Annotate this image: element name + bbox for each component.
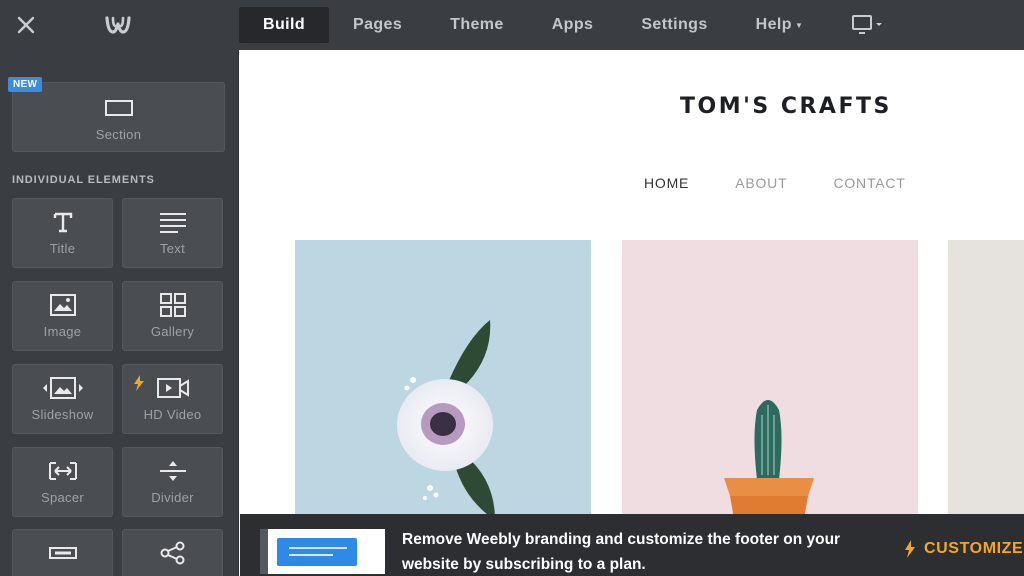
image-icon: [49, 294, 76, 316]
tab-help[interactable]: Help ▼: [732, 7, 828, 43]
gallery-element-label: Gallery: [150, 324, 195, 339]
tab-apps[interactable]: Apps: [528, 7, 618, 43]
social-share-element[interactable]: [122, 529, 223, 576]
tab-settings-label: Settings: [641, 16, 708, 33]
text-element[interactable]: Text: [122, 198, 223, 268]
section-tile[interactable]: Section: [12, 82, 225, 152]
tab-apps-label: Apps: [551, 16, 594, 33]
top-bar: Build Pages Theme Apps Settings Help ▼: [0, 0, 1024, 50]
tab-build-label: Build: [263, 16, 305, 33]
divider-element-label: Divider: [151, 490, 194, 505]
section-label: Section: [95, 127, 142, 142]
lightning-bolt-icon: [134, 375, 144, 391]
hd-video-icon: [156, 378, 189, 398]
social-share-icon: [160, 541, 184, 565]
footer-preview-thumbnail: [260, 529, 385, 574]
customize-button[interactable]: CUSTOMIZE: [904, 540, 1023, 558]
close-icon[interactable]: [12, 12, 40, 38]
elements-sidebar: NEW Section INDIVIDUAL ELEMENTS Title Te…: [0, 50, 239, 576]
spacer-icon: [48, 462, 77, 480]
site-nav-contact[interactable]: CONTACT: [833, 175, 905, 191]
site-nav-about[interactable]: ABOUT: [735, 175, 787, 191]
gallery-element[interactable]: Gallery: [122, 281, 223, 351]
text-icon: [159, 213, 186, 233]
tab-build[interactable]: Build: [239, 7, 329, 43]
chevron-down-icon: ▼: [794, 21, 804, 30]
device-preview-button[interactable]: [850, 12, 890, 38]
site-nav: HOME ABOUT CONTACT: [644, 175, 906, 191]
image-element[interactable]: Image: [12, 281, 113, 351]
divider-icon: [159, 461, 186, 481]
lightning-bolt-icon: [905, 540, 915, 558]
slideshow-element[interactable]: Slideshow: [12, 364, 113, 434]
title-icon: [53, 212, 72, 233]
site-title[interactable]: TOM'S CRAFTS: [680, 94, 892, 119]
spacer-element-label: Spacer: [41, 490, 84, 505]
image-element-label: Image: [43, 324, 82, 339]
gallery-icon: [159, 293, 186, 317]
flower-image[interactable]: [295, 240, 591, 514]
title-element[interactable]: Title: [12, 198, 113, 268]
tab-settings[interactable]: Settings: [617, 7, 731, 43]
new-badge: NEW: [8, 77, 43, 92]
tab-theme[interactable]: Theme: [426, 7, 528, 43]
tab-pages[interactable]: Pages: [329, 7, 426, 43]
individual-elements-heading: INDIVIDUAL ELEMENTS: [12, 174, 155, 186]
customize-label: CUSTOMIZE: [924, 540, 1024, 557]
section-icon: [104, 100, 133, 116]
button-icon: [48, 547, 77, 559]
text-element-label: Text: [159, 241, 186, 256]
weebly-logo[interactable]: [103, 11, 133, 39]
spacer-element[interactable]: Spacer: [12, 447, 113, 517]
cactus-image[interactable]: [622, 240, 918, 514]
upgrade-banner-text: Remove Weebly branding and customize the…: [402, 531, 841, 573]
site-preview[interactable]: TOM'S CRAFTS HOME ABOUT CONTACT: [240, 50, 1024, 514]
slideshow-element-label: Slideshow: [31, 407, 94, 422]
hd-video-element-label: HD Video: [143, 407, 202, 422]
tab-help-label: Help: [755, 16, 792, 33]
button-element[interactable]: [12, 529, 113, 576]
title-element-label: Title: [49, 241, 76, 256]
tab-pages-label: Pages: [353, 16, 403, 33]
main-nav-tabs: Build Pages Theme Apps Settings Help ▼: [239, 0, 827, 50]
slideshow-icon: [42, 377, 83, 399]
hd-video-element[interactable]: HD Video: [122, 364, 223, 434]
desktop-device-icon: [852, 15, 882, 34]
upgrade-banner: Remove Weebly branding and customize the…: [240, 514, 1024, 576]
divider-element[interactable]: Divider: [122, 447, 223, 517]
third-image[interactable]: [948, 240, 1024, 514]
tab-theme-label: Theme: [450, 16, 504, 33]
site-nav-home[interactable]: HOME: [644, 175, 689, 191]
